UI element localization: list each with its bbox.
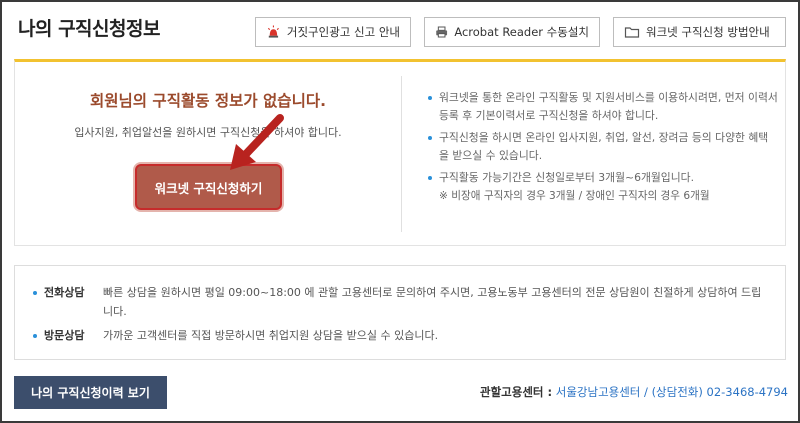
printer-icon: [436, 26, 448, 38]
phone-consultation-row: 전화상담 빠른 상담을 원하시면 평일 09:00~18:00 에 관할 고용센…: [33, 283, 767, 321]
column-divider: [401, 76, 402, 232]
no-info-headline: 회원님의 구직활동 정보가 없습니다.: [90, 92, 326, 110]
employment-center-label: 관할고용센터 :: [480, 385, 553, 399]
page-title: 나의 구직신청정보: [18, 18, 160, 40]
acrobat-install-label: Acrobat Reader 수동설치: [454, 25, 589, 39]
pointer-arrow-icon: [230, 114, 284, 170]
guidance-item: 워크넷을 통한 온라인 구직활동 및 지원서비스를 이용하시려면, 먼저 이력서…: [428, 89, 778, 125]
folder-icon: [624, 27, 640, 38]
fake-job-ad-report-label: 거짓구인광고 신고 안내: [286, 25, 400, 39]
visit-consultation-label: 방문상담: [33, 326, 103, 345]
period-note: ※ 비장애 구직자의 경우 3개월 / 장애인 구직자의 경우 6개월: [439, 190, 710, 202]
status-column: 회원님의 구직활동 정보가 없습니다. 입사지원, 취업알선을 원하시면 구직신…: [15, 62, 401, 245]
visit-consultation-row: 방문상담 가까운 고객센터를 직접 방문하시면 취업지원 상담을 받으실 수 있…: [33, 326, 767, 345]
application-guide-button[interactable]: 워크넷 구직신청 방법안내: [613, 17, 786, 47]
guidance-item: 구직활동 가능기간은 신청일로부터 3개월~6개월입니다.: [428, 169, 778, 187]
application-guide-label: 워크넷 구직신청 방법안내: [646, 25, 770, 39]
employment-center-info: 관할고용센터 : 서울강남고용센터 / (상담전화) 02-3468-4794: [480, 384, 788, 400]
siren-icon: [267, 25, 279, 38]
fake-job-ad-report-button[interactable]: 거짓구인광고 신고 안내: [255, 17, 411, 47]
visit-consultation-text: 가까운 고객센터를 직접 방문하시면 취업지원 상담을 받으실 수 있습니다.: [103, 329, 439, 342]
employment-center-value[interactable]: 서울강남고용센터 / (상담전화) 02-3468-4794: [556, 385, 788, 399]
no-info-subtext: 입사지원, 취업알선을 원하시면 구직신청을 하셔야 합니다.: [74, 126, 342, 139]
phone-consultation-label: 전화상담: [33, 283, 103, 321]
consultation-panel: 전화상담 빠른 상담을 원하시면 평일 09:00~18:00 에 관할 고용센…: [14, 265, 786, 360]
acrobat-install-button[interactable]: Acrobat Reader 수동설치: [424, 17, 600, 47]
guidance-column: 워크넷을 통한 온라인 구직활동 및 지원서비스를 이용하시려면, 먼저 이력서…: [428, 89, 778, 205]
phone-consultation-text: 빠른 상담을 원하시면 평일 09:00~18:00 에 관할 고용센터로 문의…: [103, 286, 762, 318]
guidance-item: 구직신청을 하시면 온라인 입사지원, 취업, 알선, 장려금 등의 다양한 혜…: [428, 129, 778, 165]
application-status-panel: 회원님의 구직활동 정보가 없습니다. 입사지원, 취업알선을 원하시면 구직신…: [14, 59, 786, 246]
application-history-button[interactable]: 나의 구직신청이력 보기: [14, 376, 167, 409]
